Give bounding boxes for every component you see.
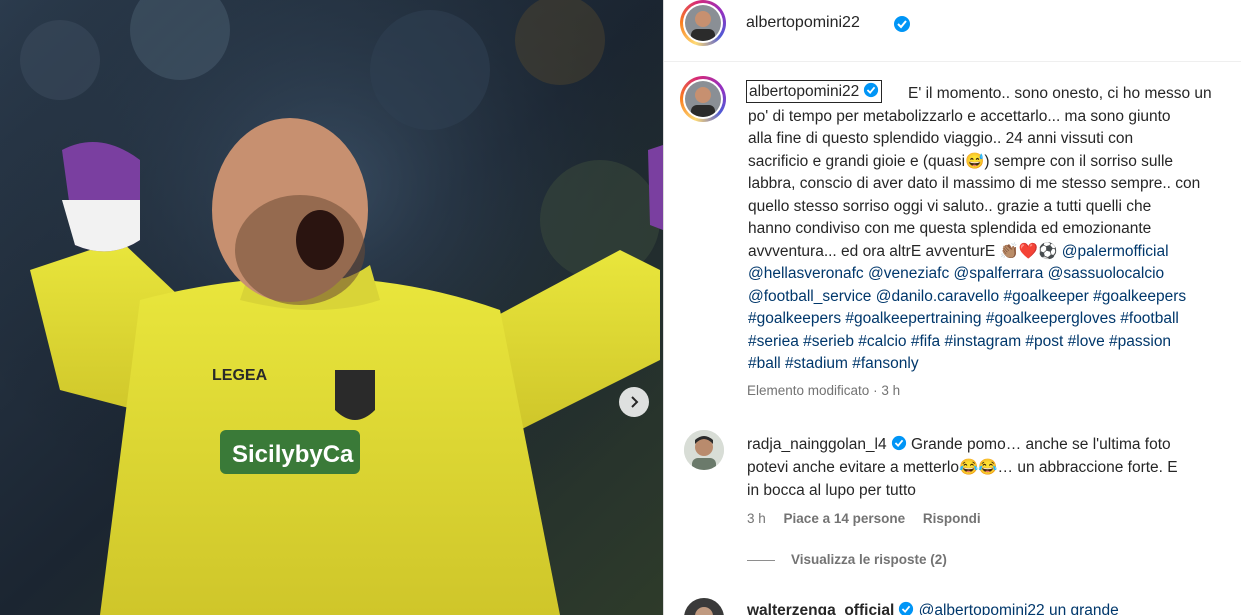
kit-brand-text: LEGEA bbox=[212, 367, 268, 384]
next-photo-button[interactable] bbox=[619, 387, 649, 417]
caption-line: labbra, conscio di aver dato il massimo … bbox=[748, 175, 1201, 192]
caption-line-with-mention: avvventura... ed ora altrE avventurE 👏🏽❤… bbox=[748, 241, 1241, 264]
caption-line: alla fine di questo splendido viaggio.. … bbox=[748, 130, 1134, 147]
commenter-avatar[interactable] bbox=[684, 430, 724, 470]
caption-line: avvventura... ed ora altrE avventurE 👏🏽❤… bbox=[748, 242, 1058, 260]
post-photo: SicilybyCa LEGEA bbox=[0, 0, 663, 615]
comment-text-line: in bocca al lupo per tutto bbox=[747, 482, 916, 499]
verified-badge-icon bbox=[891, 435, 906, 451]
mention-link[interactable]: @palermofficial bbox=[1062, 243, 1169, 260]
hashtag-line[interactable]: #seriea #serieb #calcio #fifa #instagram… bbox=[748, 331, 1241, 354]
caption-text: E' il momento.. sono onesto, ci ho messo… bbox=[748, 83, 1241, 376]
comment-body: radja_nainggolan_l4 Grande pomo… anche s… bbox=[747, 433, 1241, 502]
chevron-right-icon bbox=[631, 396, 639, 408]
caption-line: hanno condiviso con me questa splendida … bbox=[748, 220, 1152, 237]
caption-author-username[interactable]: albertopomini22 bbox=[746, 80, 883, 103]
comment-body: walterzenga_official @albertopomini22 un… bbox=[747, 599, 1241, 615]
caption-author-name: albertopomini22 bbox=[749, 83, 860, 100]
view-replies-label: Visualizza le risposte (2) bbox=[791, 552, 947, 567]
comment-text-line: potevi anche evitare a metterlo😂😂… un ab… bbox=[747, 459, 1178, 476]
caption-author-avatar[interactable] bbox=[680, 76, 726, 122]
verified-badge-icon bbox=[894, 16, 910, 32]
author-username[interactable]: albertopomini22 bbox=[746, 14, 860, 32]
hashtag-line[interactable]: #goalkeepers #goalkeepertraining #goalke… bbox=[748, 308, 1241, 331]
caption-time: 3 h bbox=[881, 383, 901, 398]
post-header: albertopomini22 bbox=[664, 0, 1241, 62]
commenter-username[interactable]: radja_nainggolan_l4 bbox=[747, 436, 887, 453]
commenter-avatar[interactable] bbox=[684, 598, 724, 615]
reply-button[interactable]: Rispondi bbox=[923, 511, 981, 526]
hashtag-line[interactable]: #ball #stadium #fansonly bbox=[748, 353, 1241, 376]
view-replies-button[interactable]: Visualizza le risposte (2) bbox=[747, 552, 947, 567]
verified-badge-icon bbox=[899, 601, 914, 615]
verified-badge-icon bbox=[864, 82, 879, 98]
comment-time: 3 h bbox=[747, 511, 766, 526]
edited-label: Elemento modificato bbox=[747, 383, 870, 398]
replies-divider bbox=[747, 559, 775, 561]
caption-meta: Elemento modificato · 3 h bbox=[747, 383, 901, 398]
caption-line: quello stesso sorriso oggi vi saluto.. g… bbox=[748, 197, 1152, 215]
comment-text-line: Grande pomo… anche se l'ultima foto bbox=[910, 436, 1171, 453]
hashtag-line[interactable]: @football_service @danilo.caravello #goa… bbox=[748, 286, 1241, 309]
post-sidebar: albertopomini22 E' il momento.. sono one… bbox=[663, 0, 1241, 615]
caption-line: sacrificio e grandi gioie e (quasi😅) sem… bbox=[748, 152, 1174, 170]
comment-text-line: @albertopomini22 un grande bbox=[918, 602, 1119, 615]
sponsor-text: SicilybyCa bbox=[232, 441, 354, 468]
comment-likes-button[interactable]: Piace a 14 persone bbox=[784, 511, 906, 526]
caption-line: po' di tempo per metabolizzarlo e accett… bbox=[748, 107, 1171, 125]
goalkeeper-photo: SicilybyCa LEGEA bbox=[0, 0, 663, 615]
hashtag-line[interactable]: @hellasveronafc @veneziafc @spalferrara … bbox=[748, 263, 1241, 286]
author-avatar[interactable] bbox=[680, 0, 726, 46]
commenter-username[interactable]: walterzenga_official bbox=[747, 602, 894, 615]
comment-actions: 3 h Piace a 14 persone Rispondi bbox=[747, 511, 995, 526]
